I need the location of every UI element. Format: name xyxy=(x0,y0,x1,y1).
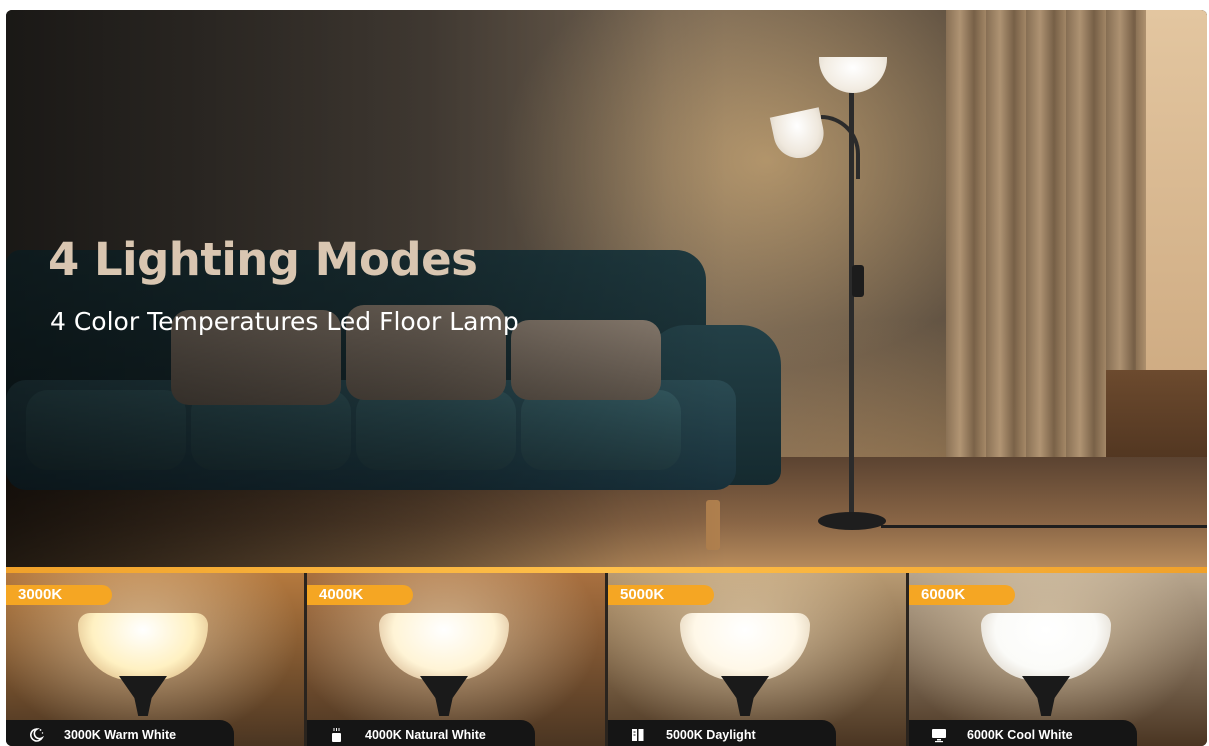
mode-label: 3000K Warm White xyxy=(64,728,177,742)
power-cord xyxy=(881,515,1207,528)
lamp-shade-glow xyxy=(78,613,208,681)
monitor-icon xyxy=(932,729,946,743)
lamp-neck xyxy=(721,676,769,716)
mode-label: 5000K Daylight xyxy=(666,728,756,742)
product-image: 4 Lighting Modes 4 Color Temperatures Le… xyxy=(6,10,1207,746)
mode-caption: 3000K Warm White xyxy=(6,720,234,746)
color-temp-badge: 5000K xyxy=(608,585,714,605)
lamp-neck xyxy=(420,676,468,716)
mode-caption: 6000K Cool White xyxy=(909,720,1137,746)
mode-panel-5000k: 5000K 5000K Daylight xyxy=(608,573,906,746)
lamp-shade-glow xyxy=(680,613,810,681)
lamp-shade-glow xyxy=(379,613,509,681)
hero-banner: 4 Lighting Modes 4 Color Temperatures Le… xyxy=(6,10,1207,567)
color-temp-badge: 3000K xyxy=(6,585,112,605)
mode-label: 4000K Natural White xyxy=(365,728,486,742)
mode-panel-6000k: 6000K 6000K Cool White xyxy=(909,573,1207,746)
color-temp-badge: 6000K xyxy=(909,585,1015,605)
book-icon xyxy=(632,729,644,741)
moon-stars-icon xyxy=(30,728,44,742)
mode-panel-3000k: 3000K 3000K Warm White xyxy=(6,573,304,746)
lamp-control-panel xyxy=(852,265,864,297)
hero-subtitle: 4 Color Temperatures Led Floor Lamp xyxy=(50,307,519,336)
lighting-modes: 3000K 3000K Warm White 4000K 4000K Natur… xyxy=(6,573,1207,746)
lamp-base xyxy=(818,512,886,530)
coffee-cup-icon xyxy=(332,728,341,742)
lamp-shade-glow xyxy=(981,613,1111,681)
color-temp-badge: 4000K xyxy=(307,585,413,605)
hero-title: 4 Lighting Modes xyxy=(48,233,478,286)
mode-label: 6000K Cool White xyxy=(967,728,1073,742)
lamp-neck xyxy=(1022,676,1070,716)
mode-panel-4000k: 4000K 4000K Natural White xyxy=(307,573,605,746)
lamp-neck xyxy=(119,676,167,716)
mode-caption: 4000K Natural White xyxy=(307,720,535,746)
mode-caption: 5000K Daylight xyxy=(608,720,836,746)
